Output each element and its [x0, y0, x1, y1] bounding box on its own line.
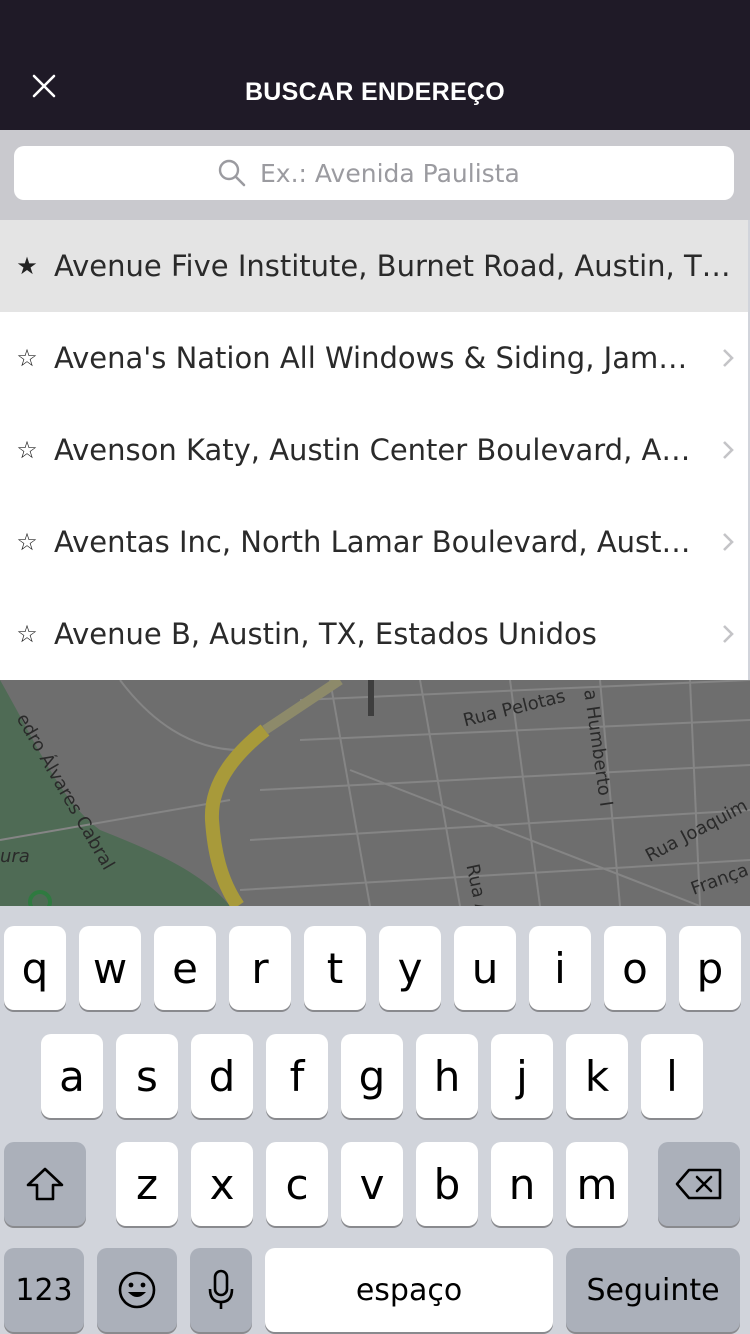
emoji-key[interactable] — [97, 1248, 177, 1332]
result-item[interactable]: ☆ Avenue B, Austin, TX, Estados Unidos — [0, 588, 748, 680]
space-key[interactable]: espaço — [265, 1248, 553, 1332]
result-label: Avena's Nation All Windows & Siding, Jam… — [54, 341, 698, 375]
key-a[interactable]: a — [41, 1034, 103, 1118]
key-q[interactable]: q — [4, 926, 66, 1010]
shift-key[interactable] — [4, 1142, 86, 1226]
chevron-right-icon — [708, 440, 748, 460]
key-o[interactable]: o — [604, 926, 666, 1010]
result-label: Avenson Katy, Austin Center Boulevard, A… — [54, 433, 698, 467]
chevron-right-icon — [708, 348, 748, 368]
page-title: BUSCAR ENDEREÇO — [244, 78, 506, 106]
key-y[interactable]: y — [379, 926, 441, 1010]
shift-icon — [26, 1167, 64, 1201]
key-k[interactable]: k — [566, 1034, 628, 1118]
backspace-icon — [675, 1168, 722, 1200]
key-r[interactable]: r — [229, 926, 291, 1010]
keyboard: q w e r t y u i o p a s d f g h j k l z … — [0, 906, 750, 1334]
key-d[interactable]: d — [191, 1034, 253, 1118]
star-outline-icon[interactable]: ☆ — [0, 344, 54, 373]
key-p[interactable]: p — [679, 926, 741, 1010]
result-label: Aventas Inc, North Lamar Boulevard, Aust… — [54, 525, 698, 559]
search-icon — [218, 159, 246, 187]
key-n[interactable]: n — [491, 1142, 553, 1226]
emoji-icon — [118, 1271, 156, 1309]
key-b[interactable]: b — [416, 1142, 478, 1226]
chevron-right-icon — [708, 532, 748, 552]
key-w[interactable]: w — [79, 926, 141, 1010]
star-outline-icon[interactable]: ☆ — [0, 620, 54, 649]
key-l[interactable]: l — [641, 1034, 703, 1118]
key-c[interactable]: c — [266, 1142, 328, 1226]
result-item[interactable]: ☆ Avena's Nation All Windows & Siding, J… — [0, 312, 748, 404]
map-view[interactable]: edro Álvares Cabral Rua Pelotas a Humber… — [0, 680, 750, 906]
result-item[interactable]: ☆ Avenson Katy, Austin Center Boulevard,… — [0, 404, 748, 496]
key-s[interactable]: s — [116, 1034, 178, 1118]
key-u[interactable]: u — [454, 926, 516, 1010]
map-street-label: ura — [0, 846, 30, 867]
result-item[interactable]: ☆ Aventas Inc, North Lamar Boulevard, Au… — [0, 496, 748, 588]
result-item[interactable]: ★ Avenue Five Institute, Burnet Road, Au… — [0, 220, 748, 312]
search-bar — [0, 130, 750, 220]
key-z[interactable]: z — [116, 1142, 178, 1226]
map-streets — [0, 680, 750, 906]
dictation-key[interactable] — [190, 1248, 252, 1332]
backspace-key[interactable] — [658, 1142, 740, 1226]
key-v[interactable]: v — [341, 1142, 403, 1226]
numbers-key[interactable]: 123 — [4, 1248, 84, 1332]
search-results-list: ★ Avenue Five Institute, Burnet Road, Au… — [0, 220, 748, 680]
key-x[interactable]: x — [191, 1142, 253, 1226]
microphone-icon — [208, 1269, 234, 1309]
key-f[interactable]: f — [266, 1034, 328, 1118]
result-label: Avenue B, Austin, TX, Estados Unidos — [54, 617, 597, 651]
key-j[interactable]: j — [491, 1034, 553, 1118]
star-filled-icon[interactable]: ★ — [0, 252, 54, 281]
search-field[interactable] — [14, 146, 734, 200]
key-e[interactable]: e — [154, 926, 216, 1010]
navigation-header: BUSCAR ENDEREÇO — [0, 0, 750, 130]
key-i[interactable]: i — [529, 926, 591, 1010]
search-input[interactable] — [260, 158, 530, 188]
star-outline-icon[interactable]: ☆ — [0, 436, 54, 465]
key-g[interactable]: g — [341, 1034, 403, 1118]
chevron-right-icon — [708, 624, 748, 644]
result-label: Avenue Five Institute, Burnet Road, Aust… — [54, 249, 738, 283]
next-key[interactable]: Seguinte — [566, 1248, 740, 1332]
key-m[interactable]: m — [566, 1142, 628, 1226]
key-h[interactable]: h — [416, 1034, 478, 1118]
star-outline-icon[interactable]: ☆ — [0, 528, 54, 557]
key-t[interactable]: t — [304, 926, 366, 1010]
